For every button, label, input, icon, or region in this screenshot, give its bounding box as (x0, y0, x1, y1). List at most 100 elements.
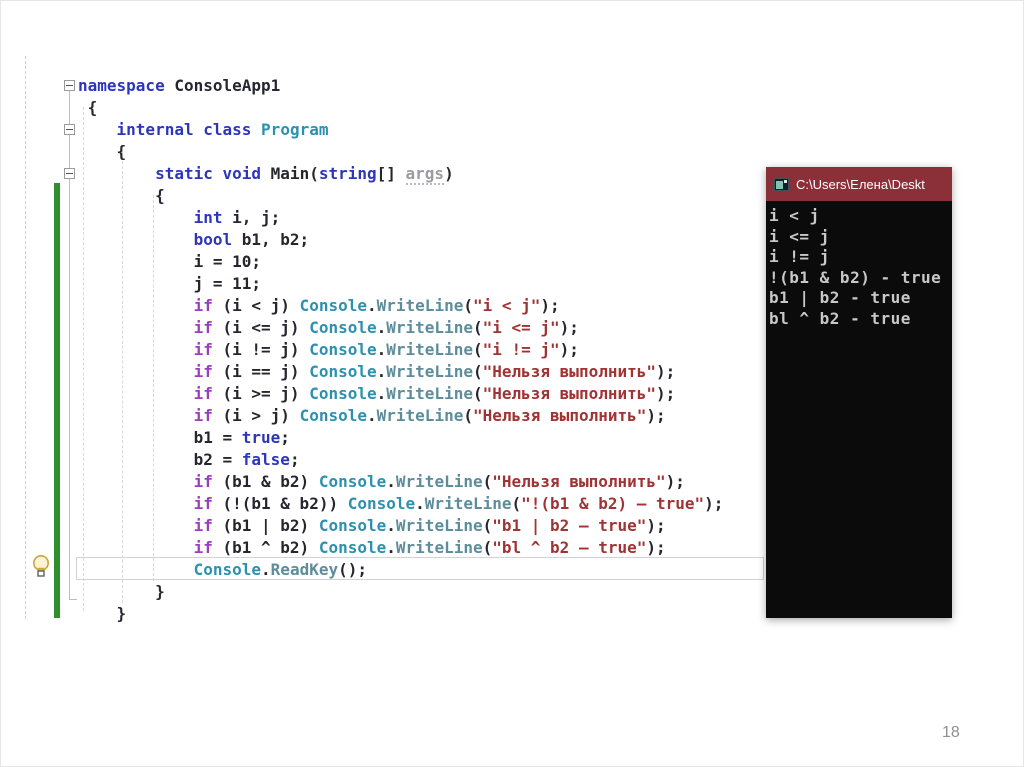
code-token: ( (472, 362, 483, 381)
code-token: bool (193, 230, 233, 249)
code-token: ( (463, 406, 473, 425)
code-line: if (i >= j) Console.WriteLine("Нельзя вы… (78, 383, 723, 405)
code-token: . (376, 384, 387, 403)
code-token: Console (309, 340, 377, 359)
code-token: ); (646, 516, 666, 535)
code-line: i = 10; (78, 251, 723, 273)
code-token: ( (482, 516, 493, 535)
code-token: b1, b2; (232, 230, 310, 249)
code-line: { (78, 185, 723, 207)
code-token: ) (444, 164, 454, 183)
code-token: ConsoleApp1 (164, 76, 281, 95)
code-token: ( (472, 384, 483, 403)
code-line: if (b1 & b2) Console.WriteLine("Нельзя в… (78, 471, 723, 493)
code-token: (); (338, 560, 368, 579)
code-token: . (386, 472, 396, 491)
collapse-toggle-icon[interactable] (64, 124, 75, 135)
code-token: ; (280, 428, 290, 447)
code-token: Console (299, 296, 367, 315)
outline-scope-end-tick (69, 599, 77, 600)
code-token: if (193, 406, 213, 425)
code-token: if (193, 384, 213, 403)
code-token: . (386, 538, 396, 557)
lightbulb-icon[interactable] (30, 553, 52, 581)
collapse-toggle-icon[interactable] (64, 80, 75, 91)
code-token: ( (463, 296, 473, 315)
code-token: ); (540, 296, 560, 315)
console-output-line: i != j (769, 247, 830, 266)
code-token: "!(b1 & b2) – true" (521, 494, 705, 513)
change-tracking-bar (54, 183, 60, 618)
code-token: "bl ^ b2 – true" (492, 538, 647, 557)
code-token: if (193, 538, 213, 557)
code-token: } (78, 604, 127, 623)
code-token: internal (116, 120, 194, 139)
code-token: "i < j" (472, 296, 541, 315)
code-line: static void Main(string[] args) (78, 163, 723, 185)
code-token: Console (299, 406, 367, 425)
code-line: { (78, 97, 723, 119)
code-line: b2 = false; (78, 449, 723, 471)
code-token: Main( (261, 164, 319, 183)
code-token: (i < j) (212, 296, 300, 315)
console-output-line: i <= j (769, 226, 830, 246)
code-token: Console (347, 494, 416, 513)
code-token: (i >= j) (212, 384, 310, 403)
console-output-line: i < j (769, 206, 820, 225)
code-token: Console (309, 318, 377, 337)
code-token: WriteLine (386, 384, 473, 403)
code-token: (b1 & b2) (212, 472, 319, 491)
code-token: b1 = (78, 428, 242, 447)
console-output: i < ji <= ji != j !(b1 & b2) - true b1 | b… (766, 201, 952, 618)
code-token: i = 10; (78, 252, 262, 271)
code-token: ( (482, 538, 493, 557)
code-token: (b1 | b2) (212, 516, 319, 535)
code-token: . (376, 362, 387, 381)
code-token: WriteLine (386, 318, 473, 337)
code-token: string (318, 164, 377, 183)
code-token: args (405, 164, 445, 185)
code-token: i, j; (222, 208, 281, 227)
code-token: void (222, 164, 262, 183)
code-token: WriteLine (386, 362, 473, 381)
code-token: WriteLine (386, 340, 473, 359)
collapse-toggle-icon[interactable] (64, 168, 75, 179)
code-line: if (i == j) Console.WriteLine("Нельзя вы… (78, 361, 723, 383)
code-token: if (193, 318, 213, 337)
code-token: WriteLine (395, 516, 483, 535)
code-line: } (78, 603, 723, 625)
code-token: ); (704, 494, 724, 513)
code-token: Console (309, 362, 377, 381)
code-token: ); (559, 340, 579, 359)
code-token: } (78, 582, 165, 601)
code-line: internal class Program (78, 119, 723, 141)
console-output-line: bl ^ b2 - true (769, 308, 911, 328)
code-token: "Нельзя выполнить" (492, 472, 666, 491)
code-token: if (193, 472, 213, 491)
code-token: (i <= j) (212, 318, 310, 337)
code-token: ( (511, 494, 522, 513)
code-token: "Нельзя выполнить" (482, 384, 656, 403)
code-token: false (241, 450, 290, 469)
code-token: ); (646, 538, 666, 557)
code-token: Console (318, 538, 387, 557)
code-line: if (!(b1 & b2)) Console.WriteLine("!(b1 … (78, 493, 724, 515)
code-token: class (203, 120, 252, 139)
code-token: if (193, 494, 213, 513)
console-titlebar[interactable]: C:\Users\Елена\Deskt (766, 167, 952, 201)
code-token: j = 11; (78, 274, 262, 293)
